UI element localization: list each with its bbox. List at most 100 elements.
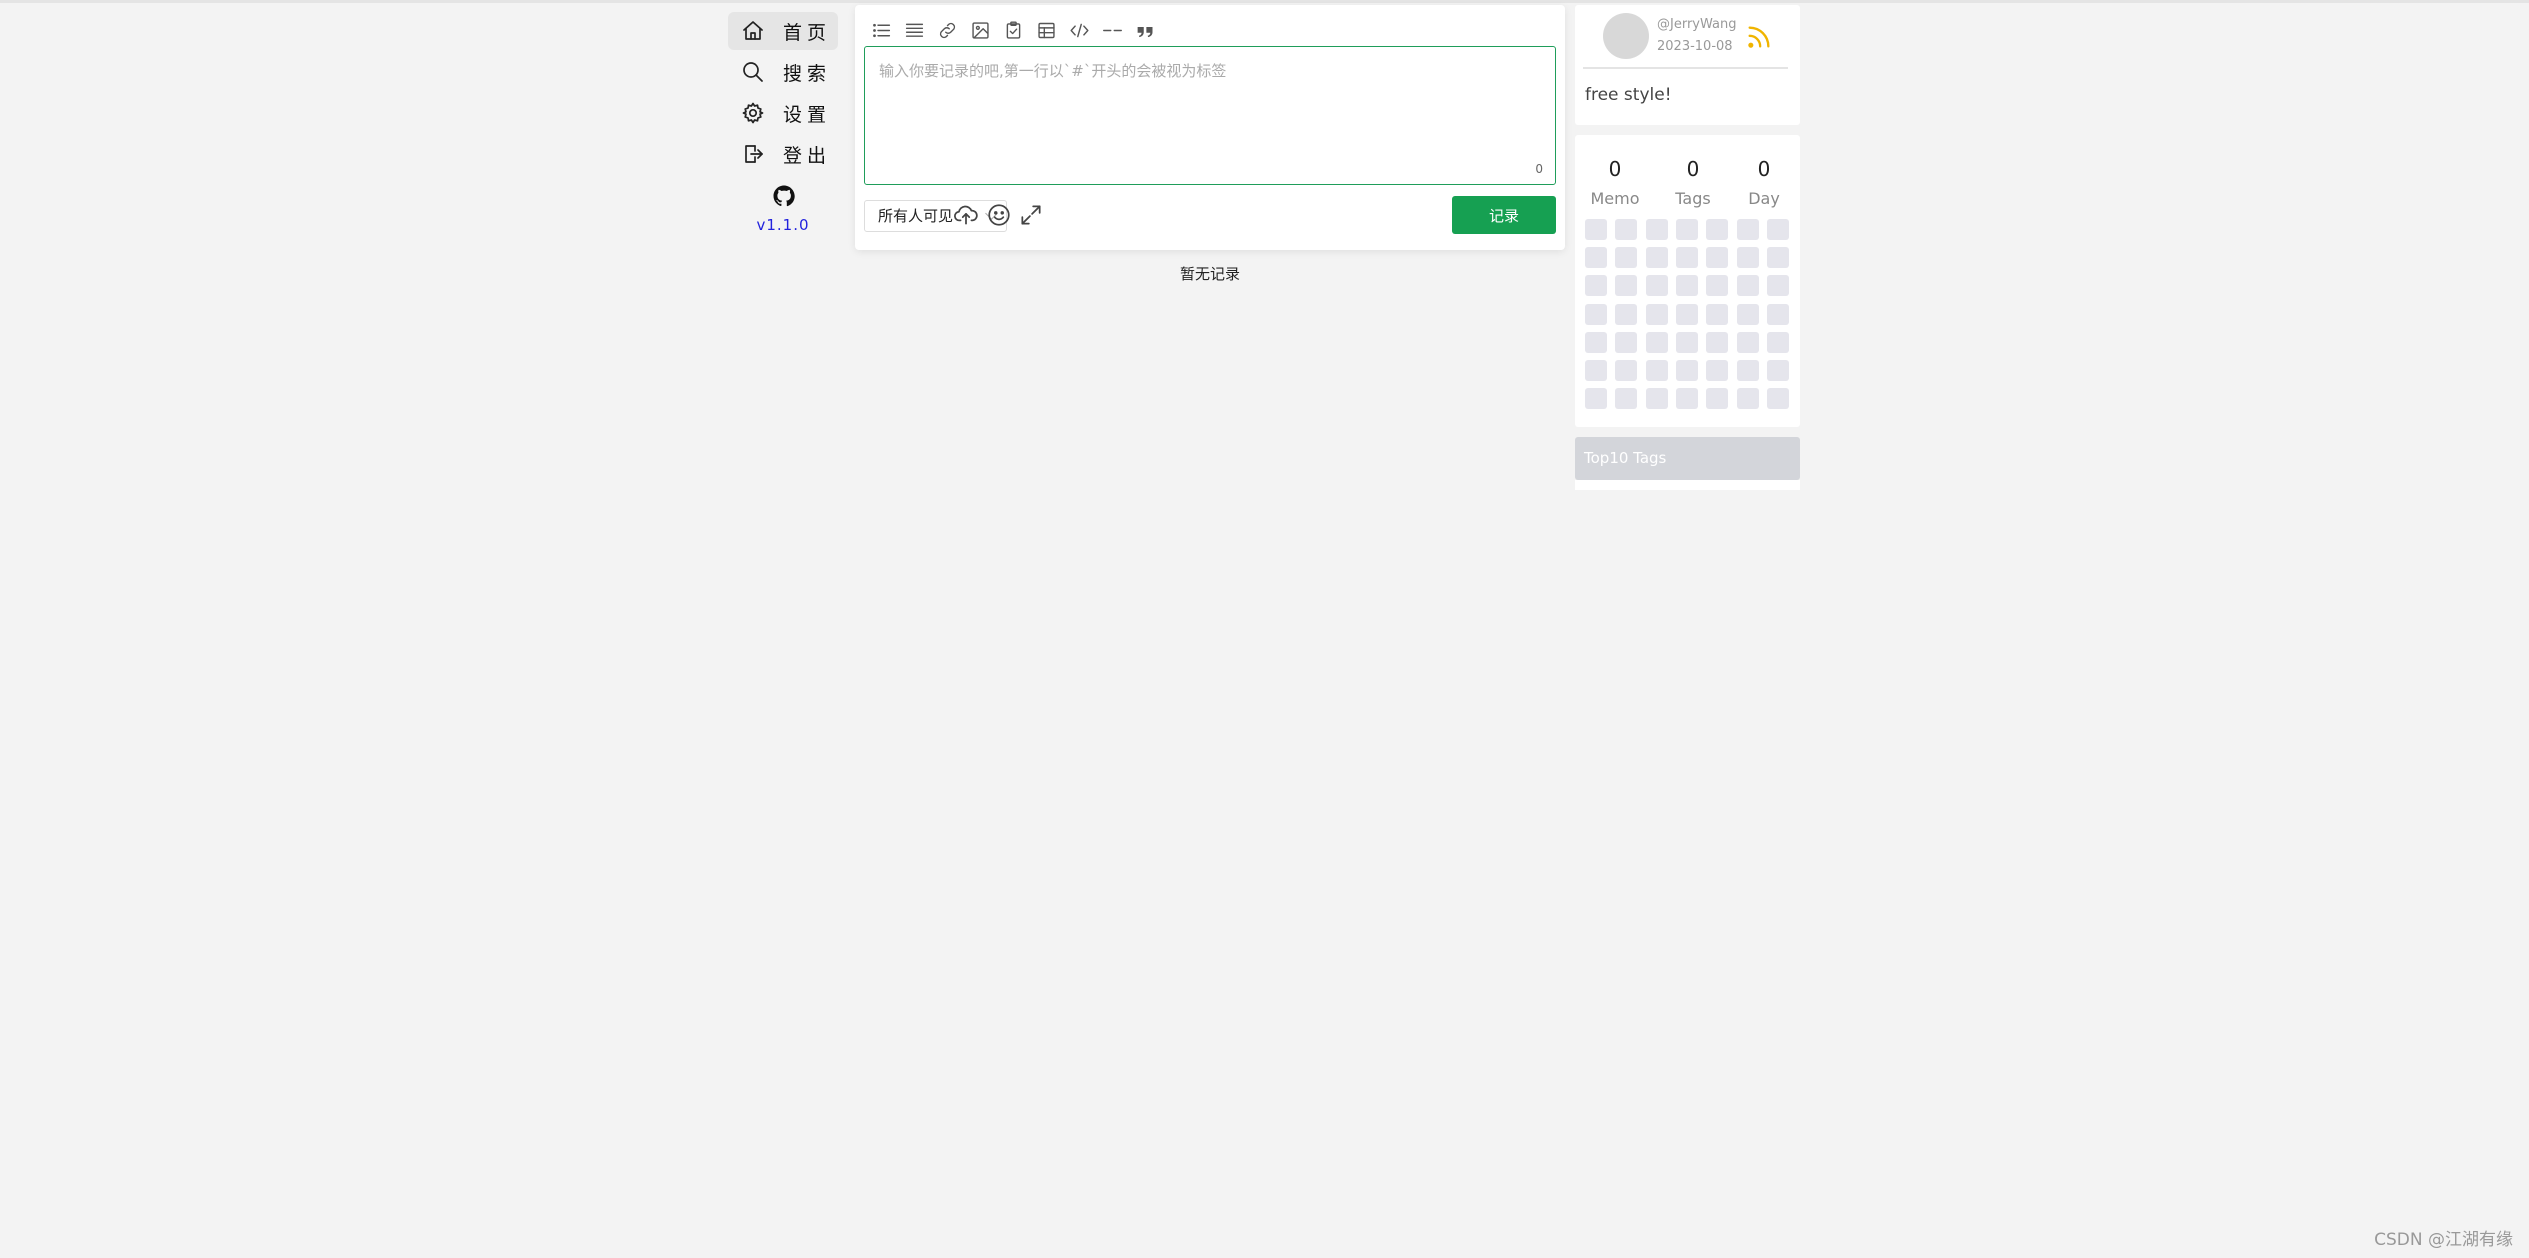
stat-memo: 0 Memo bbox=[1580, 157, 1650, 208]
stat-tags: 0 Tags bbox=[1658, 157, 1728, 208]
memo-editor: 输入你要记录的吧,第一行以`#`开头的会被视为标签 0 所有人可见 记录 bbox=[855, 5, 1565, 250]
upload-button[interactable] bbox=[953, 202, 979, 228]
sidebar-item-home[interactable]: 首页 bbox=[728, 12, 838, 50]
submit-button[interactable]: 记录 bbox=[1452, 196, 1556, 234]
image-button[interactable] bbox=[964, 14, 997, 47]
ordered-list-icon bbox=[905, 23, 924, 37]
unordered-list-button[interactable] bbox=[865, 14, 898, 47]
heatmap-cell[interactable] bbox=[1675, 331, 1698, 353]
heatmap-cell[interactable] bbox=[1766, 331, 1789, 353]
sidebar-item-label: 首页 bbox=[783, 21, 832, 44]
stats-card: 0 Memo 0 Tags 0 Day bbox=[1575, 135, 1800, 427]
heatmap-cell[interactable] bbox=[1645, 275, 1668, 297]
char-counter: 0 bbox=[1535, 162, 1543, 176]
heatmap-cell[interactable] bbox=[1766, 219, 1789, 240]
gear-icon bbox=[742, 102, 764, 124]
heatmap-cell[interactable] bbox=[1706, 360, 1729, 381]
heatmap-cell[interactable] bbox=[1736, 275, 1759, 297]
heatmap-cell[interactable] bbox=[1706, 275, 1729, 297]
heatmap-cell[interactable] bbox=[1706, 247, 1729, 269]
heatmap-cell[interactable] bbox=[1736, 247, 1759, 269]
heatmap-cell[interactable] bbox=[1585, 331, 1607, 353]
stat-tags-value: 0 bbox=[1686, 157, 1700, 181]
heatmap-cell[interactable] bbox=[1736, 303, 1759, 325]
heatmap-cell[interactable] bbox=[1645, 388, 1668, 410]
checklist-button[interactable] bbox=[997, 14, 1030, 47]
heatmap-cell[interactable] bbox=[1706, 388, 1729, 410]
divider-icon bbox=[1103, 29, 1122, 31]
unordered-list-icon bbox=[873, 23, 891, 37]
username[interactable]: @JerryWang bbox=[1657, 17, 1736, 32]
divider-button[interactable] bbox=[1096, 14, 1129, 47]
link-button[interactable] bbox=[931, 14, 964, 47]
link-icon bbox=[939, 22, 956, 38]
rss-icon[interactable] bbox=[1745, 23, 1773, 51]
heatmap-cell[interactable] bbox=[1645, 247, 1668, 269]
logout-icon bbox=[745, 145, 763, 163]
heatmap-cell[interactable] bbox=[1645, 360, 1668, 381]
sidebar-item-logout[interactable]: 登出 bbox=[728, 135, 838, 173]
heatmap-cell[interactable] bbox=[1615, 247, 1638, 269]
top-border bbox=[0, 0, 2529, 3]
heatmap-cell[interactable] bbox=[1615, 331, 1638, 353]
heatmap-cell[interactable] bbox=[1585, 388, 1607, 410]
github-icon[interactable] bbox=[772, 184, 796, 208]
heatmap-cell[interactable] bbox=[1675, 303, 1698, 325]
heatmap-cell[interactable] bbox=[1675, 360, 1698, 381]
heatmap-cell[interactable] bbox=[1766, 303, 1789, 325]
heatmap-cell[interactable] bbox=[1615, 303, 1638, 325]
sidebar-item-label: 搜索 bbox=[783, 62, 832, 85]
quote-button[interactable] bbox=[1129, 14, 1162, 47]
heatmap-cell[interactable] bbox=[1645, 303, 1668, 325]
heatmap-cell[interactable] bbox=[1706, 219, 1729, 240]
heatmap-cell[interactable] bbox=[1675, 275, 1698, 297]
heatmap-cell[interactable] bbox=[1736, 360, 1759, 381]
heatmap-cell[interactable] bbox=[1766, 275, 1789, 297]
version-link[interactable]: v1.1.0 bbox=[728, 216, 838, 234]
image-icon bbox=[972, 21, 989, 39]
heatmap-cell[interactable] bbox=[1766, 388, 1789, 410]
stat-tags-label: Tags bbox=[1675, 189, 1711, 208]
watermark: CSDN @江湖有缘 bbox=[2374, 1230, 2513, 1250]
heatmap-cell[interactable] bbox=[1585, 360, 1607, 381]
heatmap-cell[interactable] bbox=[1675, 247, 1698, 269]
sidebar-item-label: 设置 bbox=[783, 103, 832, 126]
editor-toolbar bbox=[865, 13, 1162, 47]
heatmap-cell[interactable] bbox=[1706, 331, 1729, 353]
heatmap-cell[interactable] bbox=[1766, 360, 1789, 381]
heatmap-cell[interactable] bbox=[1736, 331, 1759, 353]
heatmap-cell[interactable] bbox=[1585, 247, 1607, 269]
memo-textarea[interactable]: 输入你要记录的吧,第一行以`#`开头的会被视为标签 0 bbox=[864, 46, 1556, 185]
fullscreen-button[interactable] bbox=[1018, 202, 1044, 228]
code-icon bbox=[1070, 23, 1089, 37]
heatmap-cell[interactable] bbox=[1585, 303, 1607, 325]
heatmap-cell[interactable] bbox=[1615, 360, 1638, 381]
code-button[interactable] bbox=[1063, 14, 1096, 47]
expand-icon bbox=[1021, 205, 1041, 225]
heatmap-cell[interactable] bbox=[1615, 275, 1638, 297]
heatmap-cell[interactable] bbox=[1675, 388, 1698, 410]
top-tags-panel: Top10 Tags bbox=[1575, 437, 1800, 480]
visibility-value: 所有人可见 bbox=[878, 207, 954, 225]
heatmap-cell[interactable] bbox=[1615, 219, 1638, 240]
heatmap-cell[interactable] bbox=[1706, 303, 1729, 325]
sidebar-item-search[interactable]: 搜索 bbox=[728, 53, 838, 91]
sidebar-item-settings[interactable]: 设置 bbox=[728, 94, 838, 132]
avatar[interactable] bbox=[1603, 13, 1649, 59]
heatmap-cell[interactable] bbox=[1585, 275, 1607, 297]
search-icon bbox=[743, 62, 763, 82]
ordered-list-button[interactable] bbox=[898, 14, 931, 47]
profile-bio: free style! bbox=[1585, 85, 1672, 105]
heatmap-cell[interactable] bbox=[1645, 331, 1668, 353]
heatmap-cell[interactable] bbox=[1645, 219, 1668, 240]
upload-icon bbox=[954, 205, 978, 225]
emoji-button[interactable] bbox=[986, 202, 1012, 228]
heatmap-cell[interactable] bbox=[1675, 219, 1698, 240]
heatmap-cell[interactable] bbox=[1615, 388, 1638, 410]
heatmap-cell[interactable] bbox=[1736, 388, 1759, 410]
heatmap-cell[interactable] bbox=[1766, 247, 1789, 269]
heatmap-cell[interactable] bbox=[1585, 219, 1607, 240]
table-button[interactable] bbox=[1030, 14, 1063, 47]
heatmap-cell[interactable] bbox=[1736, 219, 1759, 240]
stat-memo-label: Memo bbox=[1590, 189, 1640, 208]
